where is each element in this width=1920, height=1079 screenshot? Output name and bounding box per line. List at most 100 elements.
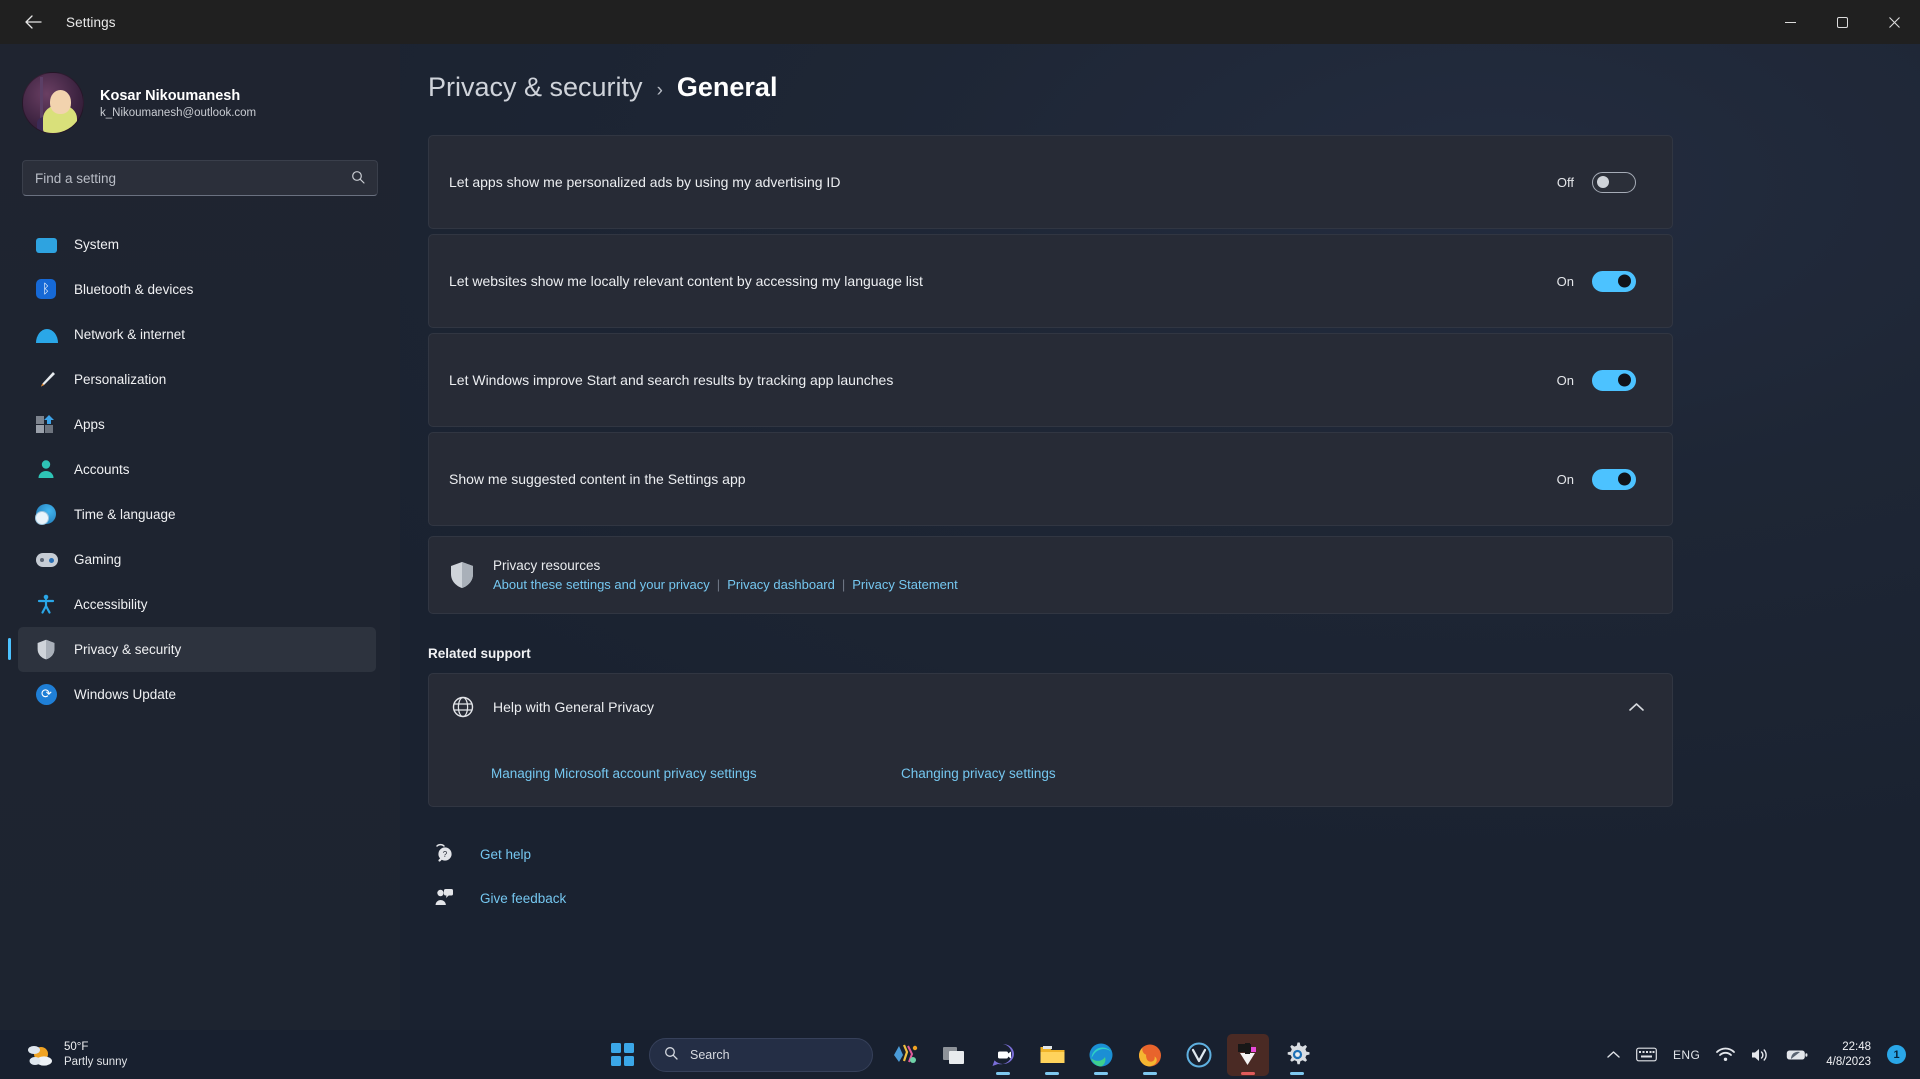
toggle-suggested-content[interactable] (1592, 468, 1636, 490)
setting-row-suggested-content: Show me suggested content in the Setting… (429, 433, 1672, 525)
toggle-group: On (1552, 468, 1636, 490)
accessibility-icon (36, 594, 58, 616)
sidebar-item-network-internet[interactable]: Network & internet (18, 312, 376, 357)
weather-condition: Partly sunny (64, 1055, 128, 1068)
toggle-state-text: Off (1556, 174, 1574, 190)
link-managing-microsoft-account-privacy[interactable]: Managing Microsoft account privacy setti… (491, 766, 901, 781)
notification-badge[interactable]: 1 (1887, 1045, 1906, 1064)
link-privacy-statement[interactable]: Privacy Statement (852, 577, 958, 592)
clock-globe-icon (35, 503, 58, 526)
speaker-icon[interactable] (1743, 1036, 1778, 1074)
sidebar-item-system[interactable]: System (18, 222, 376, 267)
sidebar-item-accessibility[interactable]: Accessibility (18, 582, 376, 627)
settings-gear-icon[interactable] (1276, 1034, 1318, 1076)
setting-label: Show me suggested content in the Setting… (449, 471, 746, 487)
feedback-icon (434, 887, 456, 909)
microsoft-edge-icon[interactable] (1080, 1034, 1122, 1076)
taskbar: 50°F Partly sunny Search ENG 22:48 4/8/2… (0, 1030, 1920, 1079)
weather-widget[interactable]: 50°F Partly sunny (26, 1040, 127, 1069)
maximize-button[interactable] (1816, 0, 1868, 44)
avatar (22, 72, 84, 134)
svg-text:?: ? (443, 850, 448, 859)
partly-sunny-icon (26, 1043, 54, 1067)
task-view-icon[interactable] (933, 1034, 975, 1076)
setting-row-advertising-id: Let apps show me personalized ads by usi… (429, 136, 1672, 228)
teams-chat-icon[interactable] (982, 1034, 1024, 1076)
sidebar-item-label: Gaming (74, 552, 122, 567)
sidebar-item-privacy-security[interactable]: Privacy & security (8, 627, 376, 672)
setting-row-app-launch-tracking: Let Windows improve Start and search res… (429, 334, 1672, 426)
widgets-icon[interactable] (884, 1034, 926, 1076)
setting-row-language-list: Let websites show me locally relevant co… (429, 235, 1672, 327)
related-support-heading: Related support (428, 646, 531, 661)
sidebar-item-time-language[interactable]: Time & language (18, 492, 376, 537)
toggle-group: On (1552, 270, 1636, 292)
sidebar-item-label: Bluetooth & devices (74, 282, 194, 297)
battery-icon[interactable] (1778, 1036, 1816, 1074)
sidebar-item-label: Time & language (74, 507, 176, 522)
privacy-resources-title: Privacy resources (493, 558, 601, 573)
idm-download-icon[interactable] (1227, 1033, 1269, 1076)
setting-card: Let apps show me personalized ads by usi… (428, 135, 1673, 229)
sidebar-item-label: Privacy & security (74, 642, 182, 657)
sidebar-item-windows-update[interactable]: ⟳ Windows Update (18, 672, 376, 717)
sidebar-item-apps[interactable]: Apps (18, 402, 376, 447)
sidebar-item-gaming[interactable]: Gaming (18, 537, 376, 582)
get-help-button[interactable]: ? Get help (428, 843, 1673, 865)
setting-card: Let websites show me locally relevant co… (428, 234, 1673, 328)
taskbar-search-box[interactable]: Search (649, 1037, 873, 1072)
setting-label: Let websites show me locally relevant co… (449, 273, 923, 289)
give-feedback-button[interactable]: Give feedback (428, 887, 1673, 909)
wifi-icon[interactable] (1708, 1036, 1743, 1074)
toggle-advertising-id[interactable] (1592, 171, 1636, 193)
system-tray: ENG 22:48 4/8/2023 1 (1598, 1030, 1920, 1079)
vivaldi-icon[interactable] (1178, 1034, 1220, 1076)
search-icon (664, 1046, 678, 1063)
sidebar-item-bluetooth-devices[interactable]: ᛒ Bluetooth & devices (18, 267, 376, 312)
breadcrumb-separator-icon: › (656, 80, 663, 101)
privacy-resources-links: About these settings and your privacy | … (493, 577, 958, 592)
chevron-up-icon[interactable] (1629, 700, 1644, 715)
keyboard-icon[interactable] (1628, 1036, 1665, 1074)
sidebar: Kosar Nikoumanesh k_Nikoumanesh@outlook.… (0, 44, 400, 1030)
search-box[interactable] (22, 160, 378, 196)
account-card[interactable]: Kosar Nikoumanesh k_Nikoumanesh@outlook.… (0, 44, 400, 134)
clock[interactable]: 22:48 4/8/2023 (1816, 1036, 1881, 1074)
help-expander-title: Help with General Privacy (493, 699, 655, 715)
clock-time: 22:48 (1842, 1040, 1871, 1053)
get-help-label: Get help (480, 846, 532, 862)
link-changing-privacy-settings[interactable]: Changing privacy settings (901, 766, 1056, 781)
weather-text: 50°F Partly sunny (64, 1040, 127, 1069)
close-button[interactable] (1868, 0, 1920, 44)
main-content: Privacy & security › General Let apps sh… (400, 44, 1920, 1030)
minimize-button[interactable] (1764, 0, 1816, 44)
tray-chevron-up-icon[interactable] (1598, 1036, 1628, 1074)
help-expander-header[interactable]: Help with General Privacy (429, 674, 1672, 740)
sidebar-item-label: Personalization (74, 372, 167, 387)
apps-grid-icon (36, 414, 58, 436)
help-question-icon: ? (434, 843, 456, 865)
link-privacy-dashboard[interactable]: Privacy dashboard (727, 577, 835, 592)
toggle-language-list[interactable] (1592, 270, 1636, 292)
sidebar-item-personalization[interactable]: Personalization (18, 357, 376, 402)
person-icon (36, 459, 58, 481)
breadcrumb: Privacy & security › General (428, 72, 1920, 103)
refresh-icon: ⟳ (36, 683, 58, 706)
gamepad-icon (36, 549, 58, 571)
link-about-these-settings[interactable]: About these settings and your privacy (493, 577, 710, 592)
firefox-icon[interactable] (1129, 1034, 1171, 1076)
toggle-state-text: On (1556, 372, 1574, 388)
sidebar-item-label: Accounts (74, 462, 130, 477)
input-language-indicator[interactable]: ENG (1665, 1036, 1708, 1074)
breadcrumb-parent-link[interactable]: Privacy & security (428, 72, 643, 103)
back-button[interactable] (10, 5, 56, 39)
toggle-app-launch-tracking[interactable] (1592, 369, 1636, 391)
start-button[interactable] (602, 1035, 642, 1075)
setting-label: Let apps show me personalized ads by usi… (449, 174, 841, 190)
file-explorer-icon[interactable] (1031, 1034, 1073, 1076)
search-input[interactable] (35, 170, 351, 186)
sidebar-item-accounts[interactable]: Accounts (18, 447, 376, 492)
search-icon (351, 170, 365, 187)
sidebar-item-label: Accessibility (74, 597, 148, 612)
clock-date: 4/8/2023 (1826, 1055, 1871, 1068)
